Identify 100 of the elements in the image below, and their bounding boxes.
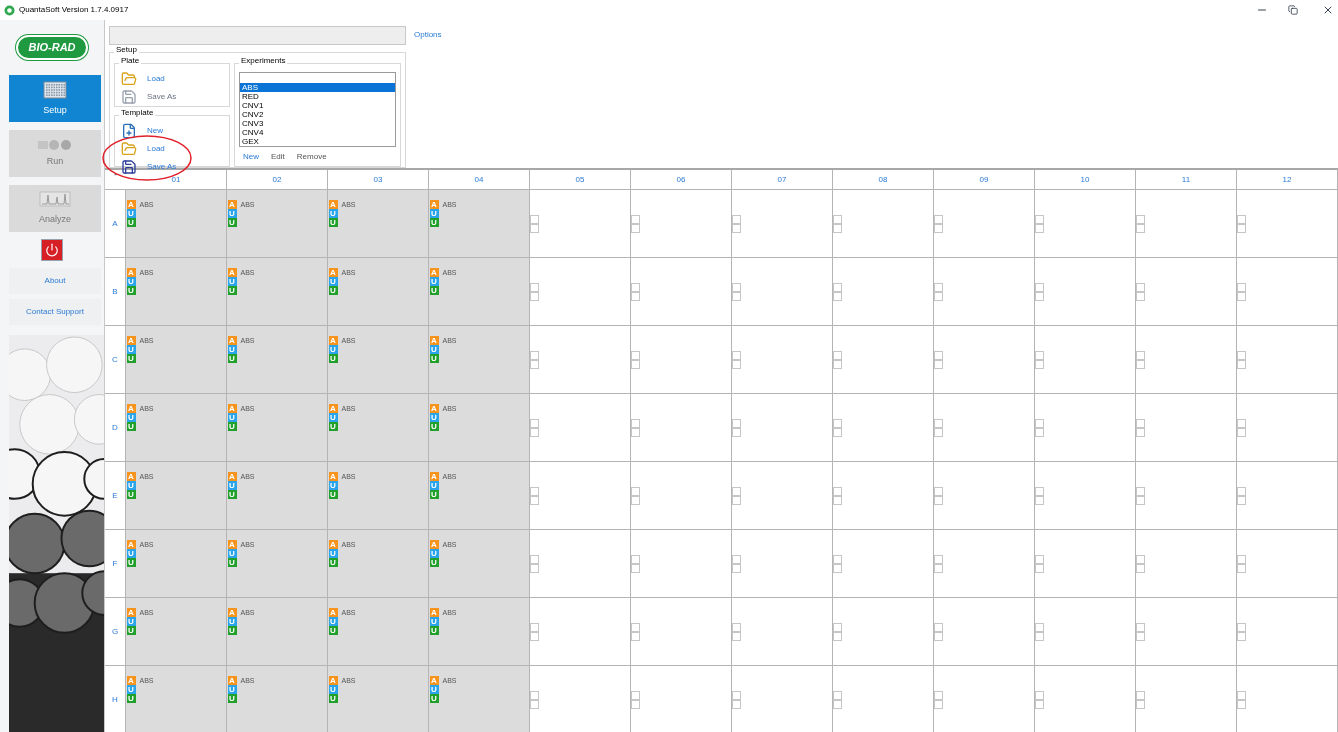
empty-slots-icon bbox=[934, 282, 943, 301]
assay-badge: U bbox=[328, 694, 338, 703]
new-file-icon bbox=[121, 123, 137, 139]
group-title: Setup bbox=[114, 46, 139, 54]
assay-badge: A bbox=[126, 336, 136, 345]
assay-badge: U bbox=[328, 626, 338, 635]
empty-slots-icon bbox=[1136, 690, 1145, 709]
list-item[interactable]: CNV1 bbox=[240, 101, 395, 110]
empty-slots-icon bbox=[631, 486, 640, 505]
empty-slots-icon bbox=[934, 214, 943, 233]
assay-badge: U bbox=[227, 685, 237, 694]
assay-badge: A bbox=[227, 676, 237, 685]
assay-badge: U bbox=[429, 549, 439, 558]
assay-badge: U bbox=[126, 685, 136, 694]
empty-slots-icon bbox=[1136, 214, 1145, 233]
assay-badge: A bbox=[429, 404, 439, 413]
assay-badge: A bbox=[429, 676, 439, 685]
assay-badge: U bbox=[328, 209, 338, 218]
list-item[interactable]: CNV4 bbox=[240, 128, 395, 137]
assay-badge: A bbox=[429, 608, 439, 617]
list-item[interactable]: CNV3 bbox=[240, 119, 395, 128]
empty-slots-icon bbox=[732, 282, 741, 301]
empty-slots-icon bbox=[530, 282, 539, 301]
corner-cell: * bbox=[105, 170, 126, 190]
empty-slots-icon bbox=[530, 214, 539, 233]
assay-badge: A bbox=[227, 608, 237, 617]
assay-badge: U bbox=[429, 218, 439, 227]
list-item[interactable]: ABS bbox=[240, 83, 395, 92]
assay-badge: U bbox=[328, 422, 338, 431]
empty-slots-icon bbox=[934, 622, 943, 641]
assay-badge: U bbox=[429, 413, 439, 422]
assay-badge: U bbox=[429, 685, 439, 694]
assay-badge: U bbox=[429, 617, 439, 626]
app-logo-icon bbox=[4, 4, 15, 16]
empty-slots-icon bbox=[631, 282, 640, 301]
assay-badge: U bbox=[429, 345, 439, 354]
assay-badge: A bbox=[227, 472, 237, 481]
assay-badge: U bbox=[429, 286, 439, 295]
assay-badge: U bbox=[328, 286, 338, 295]
list-button[interactable]: New bbox=[243, 151, 259, 163]
empty-slots-icon bbox=[1237, 350, 1246, 369]
assay-badge: U bbox=[126, 413, 136, 422]
empty-slots-icon bbox=[530, 486, 539, 505]
assay-badge: U bbox=[126, 286, 136, 295]
group-title: Template bbox=[119, 109, 156, 117]
assay-badge: U bbox=[328, 413, 338, 422]
empty-slots-icon bbox=[530, 690, 539, 709]
close-icon[interactable] bbox=[1322, 4, 1334, 16]
folder-icon bbox=[121, 71, 137, 87]
empty-slots-icon bbox=[1035, 350, 1044, 369]
save-icon bbox=[121, 89, 137, 105]
list-button[interactable]: Edit bbox=[271, 151, 285, 163]
empty-slots-icon bbox=[631, 418, 640, 437]
empty-slots-icon bbox=[631, 214, 640, 233]
assay-badge: A bbox=[126, 404, 136, 413]
empty-slots-icon bbox=[732, 350, 741, 369]
assay-badge: A bbox=[328, 472, 338, 481]
assay-badge: U bbox=[328, 617, 338, 626]
list-item[interactable]: RED bbox=[240, 92, 395, 101]
action-button[interactable]: New bbox=[121, 124, 229, 138]
assay-badge: U bbox=[227, 218, 237, 227]
assay-badge: U bbox=[126, 354, 136, 363]
assay-badge: A bbox=[328, 676, 338, 685]
empty-slots-icon bbox=[934, 418, 943, 437]
empty-slots-icon bbox=[1035, 622, 1044, 641]
empty-slots-icon bbox=[1136, 350, 1145, 369]
empty-slots-icon bbox=[1035, 486, 1044, 505]
assay-badge: A bbox=[328, 540, 338, 549]
action-button[interactable]: Load bbox=[121, 72, 229, 86]
empty-slots-icon bbox=[1035, 418, 1044, 437]
assay-badge: U bbox=[328, 490, 338, 499]
options-link[interactable]: Options bbox=[414, 29, 442, 41]
assay-badge: U bbox=[126, 481, 136, 490]
sidebar-link[interactable]: Contact Support bbox=[9, 299, 101, 325]
assay-badge: U bbox=[328, 218, 338, 227]
sidebar-link[interactable]: About bbox=[9, 268, 101, 294]
empty-slots-icon bbox=[1237, 214, 1246, 233]
assay-badge: U bbox=[328, 549, 338, 558]
folder-icon bbox=[121, 141, 137, 157]
list-button[interactable]: Remove bbox=[296, 151, 327, 163]
assay-badge: U bbox=[328, 481, 338, 490]
restore-icon[interactable] bbox=[1288, 5, 1298, 15]
nav-tile[interactable]: Setup bbox=[9, 75, 101, 122]
power-button[interactable] bbox=[41, 239, 63, 261]
assay-badge: U bbox=[227, 286, 237, 295]
empty-slots-icon bbox=[934, 554, 943, 573]
assay-badge: U bbox=[227, 345, 237, 354]
empty-slots-icon bbox=[833, 418, 842, 437]
assay-badge: U bbox=[126, 422, 136, 431]
action-button[interactable]: Load bbox=[121, 142, 229, 156]
assay-badge: A bbox=[328, 404, 338, 413]
assay-badge: A bbox=[328, 608, 338, 617]
list-item[interactable]: GEX bbox=[240, 137, 395, 146]
assay-badge: A bbox=[227, 268, 237, 277]
assay-badge: A bbox=[328, 336, 338, 345]
assay-badge: U bbox=[227, 626, 237, 635]
empty-slots-icon bbox=[1237, 622, 1246, 641]
list-item[interactable]: CNV2 bbox=[240, 110, 395, 119]
empty-slots-icon bbox=[934, 350, 943, 369]
assay-badge: A bbox=[227, 404, 237, 413]
